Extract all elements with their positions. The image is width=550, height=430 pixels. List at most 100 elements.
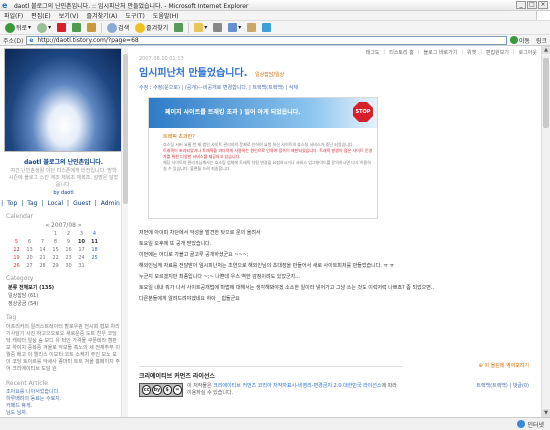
calendar-day[interactable]: 26	[10, 263, 23, 269]
calendar-day[interactable]: 1	[49, 231, 62, 237]
calendar-day[interactable]: 17	[75, 247, 88, 253]
refresh-button[interactable]	[69, 23, 84, 32]
category-item[interactable]: 정상궁금 (54)	[8, 300, 127, 308]
topnav-widget[interactable]: 위젯	[467, 49, 476, 56]
calendar-day[interactable]: 28	[36, 263, 49, 269]
post-admin-tools[interactable]: 수정 : 수정(운으로) | (공개)—비공개로 변경합니다. | 트랙백(트랙…	[139, 84, 298, 91]
toolbar: 뒤로 ▾ ▾ 검색 즐겨찾기 ▾ ▾	[0, 21, 550, 35]
menu-favorites[interactable]: 즐겨찾기(A)	[83, 11, 122, 20]
calendar-day[interactable]: 2	[62, 231, 75, 237]
cc-license-link[interactable]: 크리에이티브 커먼즈 코리아 저작자표시-비영리-변경금지 2.0 대한민국 라…	[213, 383, 381, 389]
edit-icon	[228, 23, 238, 32]
calendar-day[interactable]: 27	[23, 263, 36, 269]
page-scrollbar[interactable]: ▲ ▼	[541, 46, 550, 417]
calendar-day[interactable]: 13	[23, 247, 36, 253]
maximize-button[interactable]: □	[527, 1, 537, 9]
go-button[interactable]: 이동	[507, 36, 533, 45]
globe-icon	[517, 420, 526, 428]
sidebar-scrollbar[interactable]	[121, 46, 128, 417]
toolbar-divider	[188, 22, 190, 33]
nav-admin[interactable]: Admin	[101, 200, 120, 207]
edit-button[interactable]: ▾	[225, 23, 244, 32]
close-button[interactable]: ×	[538, 1, 548, 9]
nav-top[interactable]: Top	[7, 200, 17, 207]
calendar-day[interactable]: 16	[62, 247, 75, 253]
calendar-day[interactable]: 29	[49, 263, 62, 269]
calendar-day[interactable]: 22	[49, 255, 62, 261]
menu-help[interactable]: 도움말(H)	[149, 11, 183, 20]
links-button[interactable]: 링크	[533, 36, 550, 45]
stop-button[interactable]	[54, 23, 69, 32]
calendar-day[interactable]: 4	[88, 231, 101, 237]
category-item[interactable]: 일상잡담 (61)	[8, 292, 127, 300]
menu-file[interactable]: 파일(F)	[0, 11, 27, 20]
scroll-down-arrow-icon[interactable]: ▼	[542, 409, 550, 417]
nav-guest[interactable]: Guest	[73, 200, 91, 207]
calendar-day[interactable]: 30	[62, 263, 75, 269]
trackback-link[interactable]: ⊕ 이 올린에 엮어보려기	[479, 362, 529, 369]
cc-license-badge[interactable]: cc by $ =	[139, 383, 183, 397]
tag-cloud[interactable]: 아프리카의 일러스트레이터 할로우퀸 전시회 협보 차리기사달기 사진 하고으오…	[0, 323, 127, 374]
favorites-button[interactable]: 즐겨찾기	[132, 22, 171, 33]
search-button[interactable]: 검색	[104, 22, 132, 33]
calendar-day[interactable]: 6	[23, 239, 36, 245]
calendar-day[interactable]: 9	[62, 239, 75, 245]
recent-article[interactable]: 님도 님자.	[6, 410, 127, 417]
category-list: 분류 전체보기 (135) 일상잡담 (61) 정상궁금 (54)	[8, 284, 127, 308]
calendar-day	[36, 231, 49, 237]
calendar-day[interactable]: 11	[88, 239, 101, 245]
forward-arrow-icon	[37, 22, 48, 33]
home-button[interactable]	[84, 23, 99, 32]
recent-heading: Recent Article	[6, 380, 48, 387]
messenger-button[interactable]	[259, 23, 274, 32]
calendar-day[interactable]: 24	[75, 255, 88, 261]
calendar-day[interactable]: 3	[75, 231, 88, 237]
post-title-text[interactable]: 임시피난처 만들었습니다.	[139, 68, 247, 79]
sidebar-scroll-thumb[interactable]	[123, 54, 128, 204]
calendar-day[interactable]: 18	[88, 247, 101, 253]
scroll-up-arrow-icon[interactable]: ▲	[542, 46, 550, 54]
topnav-edit-view[interactable]: 편집원보기	[486, 49, 509, 56]
nav-tag[interactable]: Tag	[27, 200, 37, 207]
calendar-day[interactable]: 10	[75, 239, 88, 245]
comment-links[interactable]: 트랙백(트랙백) | 댓글(0)	[476, 382, 529, 389]
calendar-day[interactable]: 12	[10, 247, 23, 253]
calendar-day[interactable]: 8	[49, 239, 62, 245]
calendar-day[interactable]: 20	[23, 255, 36, 261]
calendar-day[interactable]: 19	[10, 255, 23, 261]
nav-local[interactable]: Local	[47, 200, 63, 207]
category-item[interactable]: 분류 전체보기 (135)	[8, 284, 127, 292]
recent-article[interactable]: 조아요를 나아서었습니다.	[6, 389, 127, 396]
calendar-day[interactable]: 21	[36, 255, 49, 261]
address-input[interactable]: http://daotl.tistory.com/?page=68	[26, 35, 507, 45]
topnav-logout[interactable]: 로그아웃	[519, 49, 537, 56]
menu-edit[interactable]: 편집(E)	[27, 11, 55, 20]
menu-view[interactable]: 보기(V)	[55, 11, 83, 20]
forward-button[interactable]: ▾	[34, 22, 54, 33]
calendar-day[interactable]: 5	[10, 239, 23, 245]
recent-article[interactable]: 카페드 휴게.	[6, 403, 127, 410]
topnav-blog-shortcut[interactable]: 블로그 바로가기	[424, 49, 458, 56]
topnav-tistory-home[interactable]: 티스토리 홈	[389, 49, 414, 56]
print-button[interactable]	[210, 23, 225, 32]
calendar-day[interactable]: 25	[88, 255, 101, 261]
scroll-thumb[interactable]	[543, 58, 549, 128]
back-button[interactable]: 뒤로 ▾	[2, 22, 34, 33]
calendar-day[interactable]: 15	[49, 247, 62, 253]
calendar-day[interactable]: 14	[36, 247, 49, 253]
search-label: 검색	[118, 25, 130, 32]
calendar-day[interactable]: 31	[75, 263, 88, 269]
calendar-day[interactable]: 23	[62, 255, 75, 261]
history-button[interactable]	[171, 23, 186, 32]
menu-tools[interactable]: 도구(T)	[121, 11, 148, 20]
calendar-day[interactable]: 7	[36, 239, 49, 245]
blog-title[interactable]: daotl 블로그의 난민촌입니다.	[0, 157, 127, 166]
discuss-button[interactable]	[244, 23, 259, 32]
calendar-month[interactable]: « 2007/08 »	[0, 222, 127, 229]
post-title[interactable]: 임시피난처 만들었습니다. 일상잡담/일상	[139, 64, 284, 79]
topnav-tag[interactable]: 태그도	[366, 49, 380, 56]
mail-button[interactable]: ▾	[191, 23, 210, 32]
post-category[interactable]: 일상잡담/일상	[255, 72, 284, 78]
recent-article[interactable]: 하루배려의 동료는 수료지.	[6, 396, 127, 403]
minimize-button[interactable]: _	[516, 1, 526, 9]
